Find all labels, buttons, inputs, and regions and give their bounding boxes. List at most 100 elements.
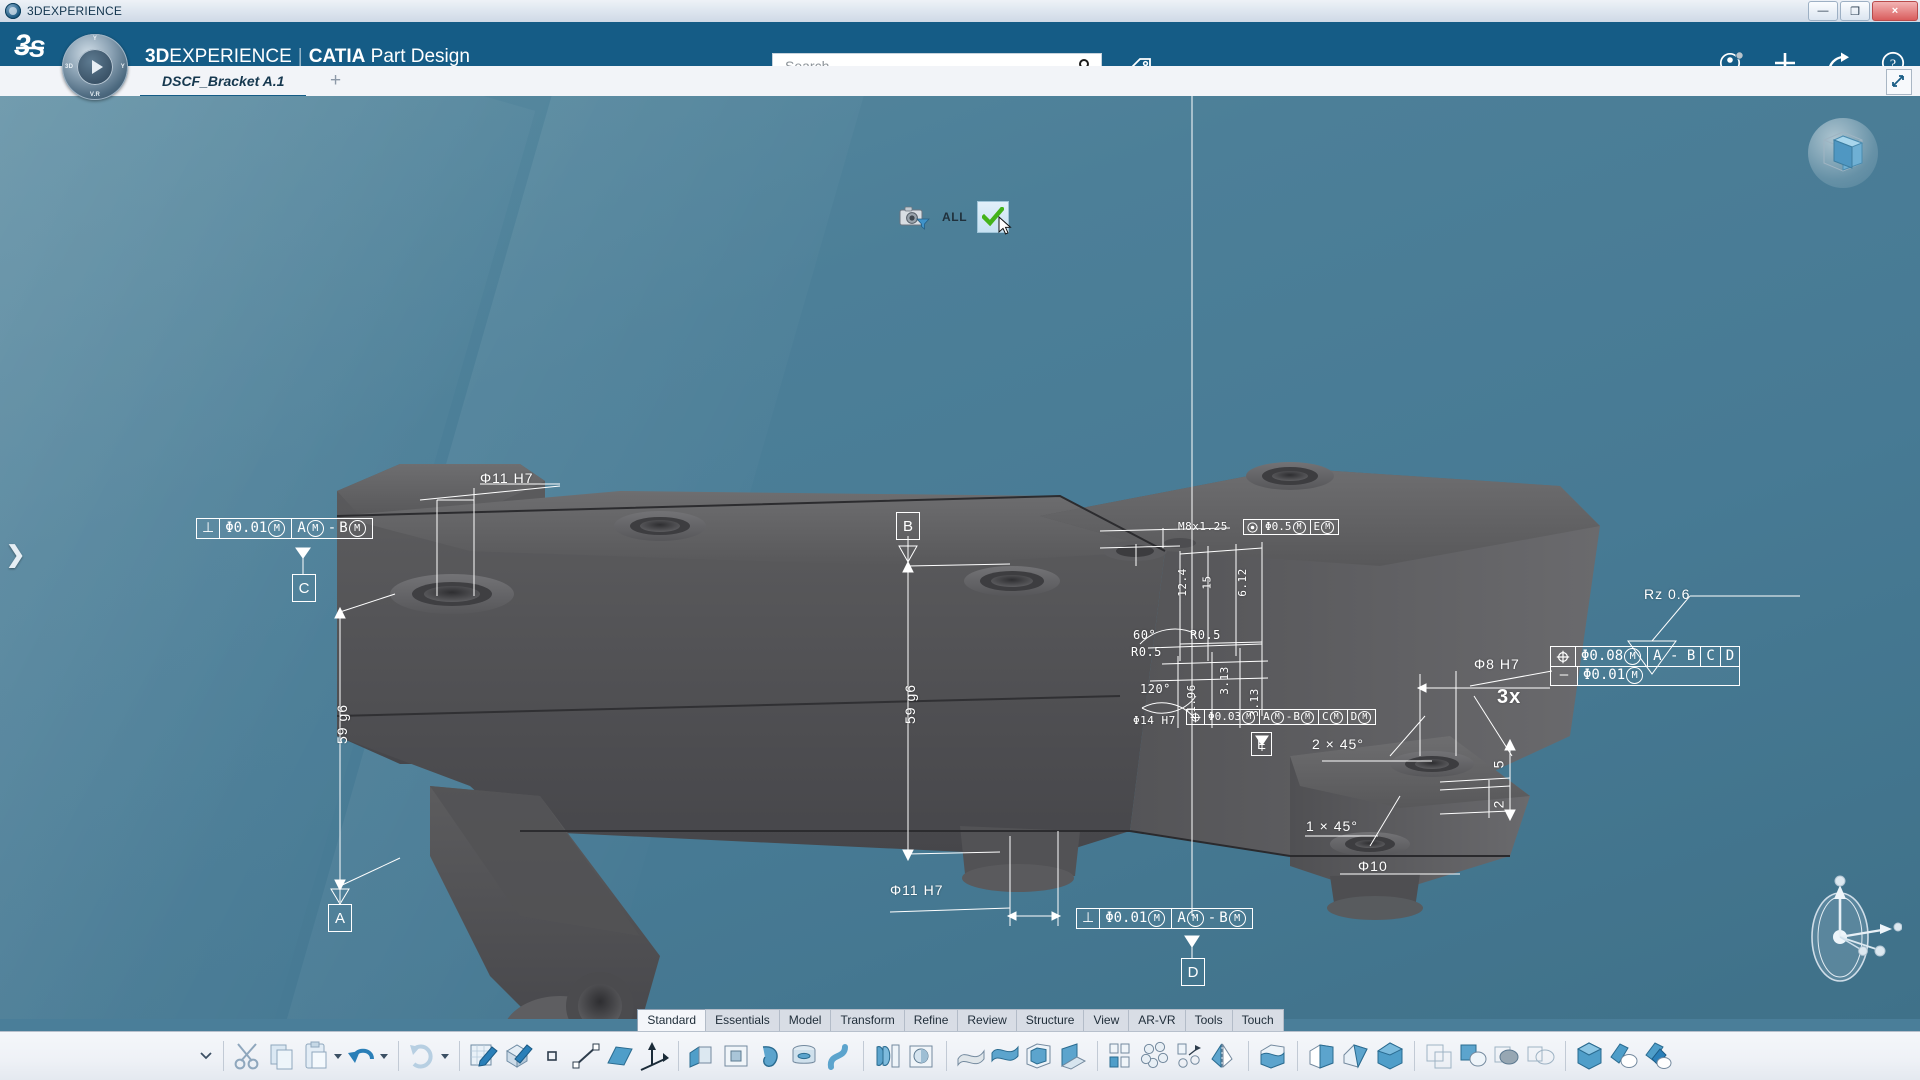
new-tab-button[interactable]: + bbox=[330, 71, 341, 91]
fcf-perpendicularity-bottom[interactable]: ⊥ Φ0.01 M AM - BM bbox=[1076, 908, 1253, 929]
dim-59-g6-left[interactable]: 59 g6 bbox=[322, 704, 362, 744]
chamfer-2x45[interactable]: 2 × 45° bbox=[1312, 736, 1364, 752]
datum-feature-d-bottom[interactable]: D bbox=[1181, 958, 1205, 986]
compass-play-button[interactable] bbox=[77, 49, 113, 85]
cut-icon[interactable] bbox=[232, 1039, 264, 1073]
radius-r05-lower[interactable]: R0.5 bbox=[1131, 645, 1162, 659]
tab-standard[interactable]: Standard bbox=[637, 1009, 707, 1031]
boolean-icon[interactable] bbox=[1608, 1039, 1640, 1073]
redo-icon[interactable] bbox=[407, 1039, 439, 1073]
positioned-sketch-icon[interactable] bbox=[502, 1039, 534, 1073]
tab-essentials[interactable]: Essentials bbox=[705, 1009, 780, 1031]
remove-body-icon[interactable] bbox=[1574, 1039, 1606, 1073]
close-button[interactable]: × bbox=[1872, 1, 1918, 21]
dim-dia11-h7-top[interactable]: Φ11 H7 bbox=[480, 470, 534, 486]
rib-icon[interactable] bbox=[823, 1039, 855, 1073]
close-surface-icon[interactable] bbox=[1340, 1039, 1372, 1073]
hole-icon[interactable] bbox=[906, 1039, 938, 1073]
shaft-icon[interactable] bbox=[755, 1039, 787, 1073]
fcf-flatness-right[interactable]: — Φ0.01 M bbox=[1550, 666, 1741, 686]
compass-label-north: Y bbox=[92, 36, 98, 42]
bracket-3d-model[interactable] bbox=[0, 96, 1920, 1019]
boolean-alt-icon[interactable] bbox=[1642, 1039, 1674, 1073]
tab-view[interactable]: View bbox=[1083, 1009, 1130, 1031]
dim-6-12[interactable]: 6.12 bbox=[1228, 568, 1257, 597]
3d-compass-widget[interactable]: Y Y 3D V.R bbox=[62, 34, 128, 100]
radius-r05-upper[interactable]: R0.5 bbox=[1190, 628, 1221, 642]
chamfer-1x45[interactable]: 1 × 45° bbox=[1306, 818, 1358, 834]
dim-5[interactable]: 5 bbox=[1490, 756, 1506, 772]
fcf-position-center[interactable]: Φ0.03 M AM-BM CM DM bbox=[1186, 709, 1377, 725]
fcf-right-stack[interactable]: Φ0.08 M A - B C D — Φ0.01 M bbox=[1550, 646, 1741, 687]
tab-model[interactable]: Model bbox=[778, 1009, 832, 1031]
toolbar-separator-10 bbox=[1414, 1041, 1415, 1071]
dim-3-13-b[interactable]: 3.13 bbox=[1240, 688, 1269, 717]
pattern-circ-icon[interactable] bbox=[1140, 1039, 1172, 1073]
mirror-icon[interactable] bbox=[1208, 1039, 1240, 1073]
remove-lump-icon[interactable] bbox=[1457, 1039, 1489, 1073]
axis-system-icon[interactable] bbox=[638, 1039, 670, 1073]
split-icon[interactable] bbox=[1257, 1039, 1289, 1073]
fcf-position-thread[interactable]: Φ0.5 M EM bbox=[1243, 519, 1340, 535]
angle-60[interactable]: 60° bbox=[1133, 628, 1156, 642]
fcf-position-right[interactable]: Φ0.08 M A - B C D bbox=[1550, 646, 1741, 667]
union-trim-icon[interactable] bbox=[1423, 1039, 1455, 1073]
tab-refine[interactable]: Refine bbox=[903, 1009, 959, 1031]
shell-icon[interactable] bbox=[1023, 1039, 1055, 1073]
pattern-user-icon[interactable] bbox=[1174, 1039, 1206, 1073]
dim-1-96[interactable]: 1.96 bbox=[1177, 684, 1206, 713]
count-3x[interactable]: 3x bbox=[1497, 686, 1521, 709]
tab-transform[interactable]: Transform bbox=[830, 1009, 905, 1031]
dim-12-4[interactable]: 12.4 bbox=[1168, 568, 1197, 597]
draft-icon[interactable] bbox=[989, 1039, 1021, 1073]
datum-feature-a[interactable]: A bbox=[328, 904, 352, 932]
3d-viewport[interactable]: ❯ ALL ⊥ Φ0.01 M A M - B M C Φ11 H7 59 g6… bbox=[0, 96, 1920, 1019]
undo-dropdown-caret-icon[interactable] bbox=[379, 1039, 389, 1073]
surface-finish-rz[interactable]: Rz 0.6 bbox=[1644, 586, 1690, 602]
dim-dia10[interactable]: Φ10 bbox=[1358, 858, 1388, 874]
pocket-icon[interactable] bbox=[721, 1039, 753, 1073]
toolbar-collapse-chevron-icon[interactable] bbox=[197, 1039, 215, 1073]
dim-59-g6-center[interactable]: 59 g6 bbox=[890, 684, 930, 724]
dim-dia8-h7[interactable]: Φ8 H7 bbox=[1474, 656, 1520, 672]
dim-3-13-a[interactable]: 3.13 bbox=[1210, 666, 1239, 695]
dim-dia11-h7-bottom[interactable]: Φ11 H7 bbox=[890, 882, 944, 898]
minimize-button[interactable]: — bbox=[1808, 1, 1838, 21]
redo-dropdown-caret-icon[interactable] bbox=[440, 1039, 450, 1073]
fillet-icon[interactable] bbox=[955, 1039, 987, 1073]
undo-icon[interactable] bbox=[346, 1039, 378, 1073]
tab-tools[interactable]: Tools bbox=[1184, 1009, 1233, 1031]
tab-touch[interactable]: Touch bbox=[1231, 1009, 1284, 1031]
trim-icon[interactable] bbox=[1306, 1039, 1338, 1073]
angle-120[interactable]: 120° bbox=[1140, 682, 1171, 696]
dim-2[interactable]: 2 bbox=[1490, 796, 1506, 812]
paste-dropdown-caret-icon[interactable] bbox=[333, 1039, 343, 1073]
collapse-panel-icon[interactable] bbox=[1886, 69, 1912, 95]
copy-icon[interactable] bbox=[266, 1039, 298, 1073]
thread-callout-m8[interactable]: M8x1.25 bbox=[1178, 520, 1228, 533]
fcf-perpendicularity-top[interactable]: ⊥ Φ0.01 M AM - BM bbox=[196, 518, 373, 539]
tab-dscf-bracket[interactable]: DSCF_Bracket A.1 bbox=[140, 66, 307, 98]
datum-feature-e[interactable]: E bbox=[1251, 732, 1272, 756]
tab-review[interactable]: Review bbox=[957, 1009, 1017, 1031]
restore-button[interactable]: ❐ bbox=[1840, 1, 1870, 21]
plane-icon[interactable] bbox=[604, 1039, 636, 1073]
datum-feature-c[interactable]: C bbox=[292, 574, 316, 602]
add-body-icon[interactable] bbox=[1525, 1039, 1557, 1073]
pattern-rect-icon[interactable] bbox=[1106, 1039, 1138, 1073]
multi-sections-icon[interactable] bbox=[872, 1039, 904, 1073]
datum-feature-b[interactable]: B bbox=[896, 512, 920, 540]
line-icon[interactable] bbox=[570, 1039, 602, 1073]
point-icon[interactable] bbox=[536, 1039, 568, 1073]
sketch-icon[interactable] bbox=[468, 1039, 500, 1073]
intersect-icon[interactable] bbox=[1491, 1039, 1523, 1073]
paste-icon[interactable] bbox=[300, 1039, 332, 1073]
thickness-icon[interactable] bbox=[1057, 1039, 1089, 1073]
dim-15[interactable]: 15 bbox=[1200, 575, 1214, 589]
tab-structure[interactable]: Structure bbox=[1015, 1009, 1085, 1031]
pad-icon[interactable] bbox=[687, 1039, 719, 1073]
sew-surface-icon[interactable] bbox=[1374, 1039, 1406, 1073]
tab-ar-vr[interactable]: AR-VR bbox=[1128, 1009, 1186, 1031]
groove-icon[interactable] bbox=[789, 1039, 821, 1073]
dim-dia14-h7[interactable]: Φ14 H7 bbox=[1133, 714, 1176, 727]
